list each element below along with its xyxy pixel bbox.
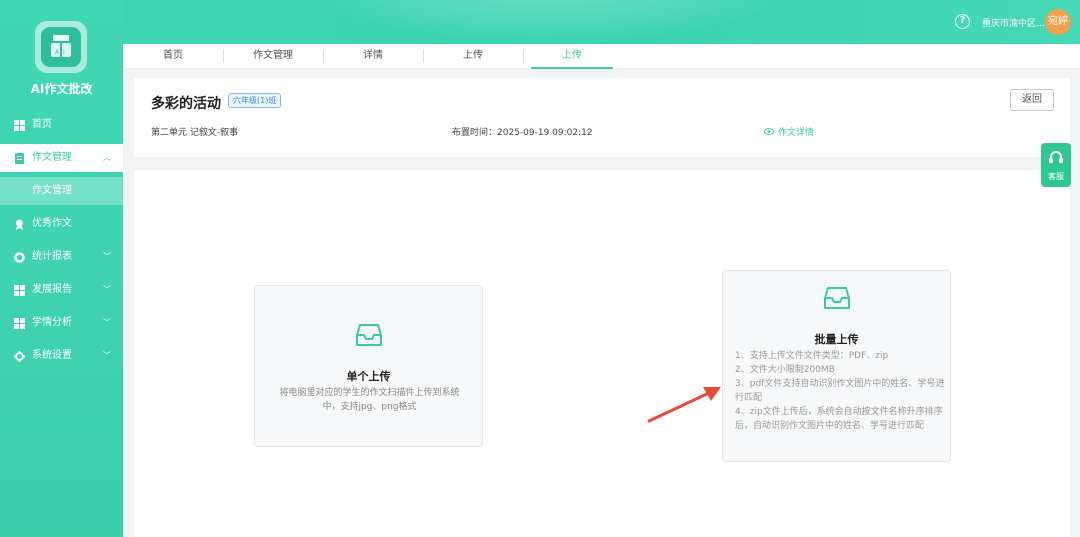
assign-time: 布置时间：2025-09-19 09:02:12 — [452, 125, 593, 138]
annotation-arrow-icon — [647, 387, 721, 423]
tab-home[interactable]: 首页 — [123, 44, 223, 69]
grid-icon — [14, 318, 25, 329]
unit-label: 第二单元 记叙文-叙事 — [151, 128, 239, 138]
sidebar-item-learning-analysis[interactable]: 学情分析 ﹀ — [0, 309, 123, 337]
assign-time-label: 布置时间： — [452, 128, 498, 138]
book-logo-icon: A I — [41, 27, 81, 67]
chevron-down-icon: ﹀ — [103, 285, 111, 294]
chevron-down-icon: ﹀ — [103, 318, 111, 327]
app-name: AI作文批改 — [30, 82, 93, 96]
batch-upload-title: 批量上传 — [814, 333, 859, 346]
eye-icon — [764, 128, 774, 135]
chevron-down-icon: ﹀ — [103, 351, 111, 360]
sidebar-item-statistics[interactable]: 统计报表 ﹀ — [0, 243, 123, 271]
essay-detail-link[interactable]: 作文详情 — [764, 125, 814, 138]
header-decoration — [300, 0, 800, 44]
sidebar-item-label: 学情分析 — [32, 317, 72, 328]
sidebar: A I AI作文批改 首页 作文管理 ︿ 作文管理 优秀作文 统计报表 ﹀ 发展… — [0, 0, 123, 537]
avatar[interactable]: 宛婷 — [1045, 9, 1071, 35]
sidebar-subitem-essay-management[interactable]: 作文管理 — [0, 177, 123, 205]
sidebar-item-label: 作文管理 — [32, 152, 72, 163]
tab-essay-management[interactable]: 作文管理 — [223, 44, 323, 69]
breadcrumb-tabs: 首页 作文管理 详情 上传 上传 — [123, 44, 1080, 69]
sidebar-item-development-report[interactable]: 发展报告 ﹀ — [0, 276, 123, 304]
sidebar-item-label: 系统设置 — [32, 350, 72, 361]
question-circle-icon[interactable]: ? — [955, 14, 970, 29]
gear-icon — [14, 351, 25, 362]
page-title: 多彩的活动 — [151, 96, 221, 112]
document-icon — [15, 153, 24, 164]
class-badge: 六年级(1)班 — [228, 93, 282, 108]
single-upload-title: 单个上传 — [346, 370, 391, 383]
single-upload-card[interactable]: 单个上传 将电脑里对应的学生的作文扫描件上传到系统中，支持jpg、png格式 — [254, 285, 483, 447]
batch-upload-line: 2、文件大小限制200MB — [735, 365, 835, 375]
sidebar-item-home[interactable]: 首页 — [0, 111, 123, 139]
sidebar-item-label: 优秀作文 — [32, 218, 72, 229]
sidebar-item-label: 统计报表 — [32, 251, 72, 262]
sidebar-item-label: 作文管理 — [32, 185, 72, 196]
customer-service-label: 客服 — [1048, 172, 1064, 181]
sidebar-item-label: 首页 — [32, 119, 52, 130]
back-button[interactable]: 返回 — [1010, 89, 1054, 111]
essay-info-card: 多彩的活动 六年级(1)班 返回 第二单元 记叙文-叙事 布置时间：2025-0… — [134, 78, 1070, 157]
batch-upload-line: 4、zip文件上传后，系统会自动按文件名称升序排序后，自动识别作文图片中的姓名、… — [735, 407, 943, 431]
tab-divider — [523, 50, 524, 63]
assign-time-value: 2025-09-19 09:02:12 — [497, 128, 593, 138]
grid-icon — [14, 285, 25, 296]
award-icon — [16, 219, 23, 230]
batch-upload-card[interactable]: 批量上传 1、支持上传文件文件类型：PDF、zip 2、文件大小限制200MB … — [722, 270, 951, 462]
single-upload-desc: 将电脑里对应的学生的作文扫描件上传到系统中，支持jpg、png格式 — [279, 388, 460, 412]
batch-upload-line: 3、pdf文件支持自动识别作文图片中的姓名、学号进行匹配 — [735, 379, 945, 403]
tab-upload[interactable]: 上传 — [423, 44, 523, 69]
sidebar-item-system-settings[interactable]: 系统设置 ﹀ — [0, 342, 123, 370]
essay-detail-label: 作文详情 — [778, 128, 815, 138]
sidebar-item-essay-management[interactable]: 作文管理 ︿ — [0, 144, 123, 172]
batch-upload-desc: 1、支持上传文件文件类型：PDF、zip 2、文件大小限制200MB 3、pdf… — [735, 349, 945, 433]
tab-details[interactable]: 详情 — [323, 44, 423, 69]
tab-upload-active[interactable]: 上传 — [531, 44, 613, 69]
chevron-up-icon: ︿ — [103, 153, 111, 162]
top-header: ? 重庆市渝中区... 宛婷 — [0, 0, 1080, 44]
ring-icon — [14, 252, 25, 263]
inbox-icon — [356, 324, 382, 346]
customer-service-button[interactable]: 客服 — [1041, 143, 1071, 187]
sidebar-item-excellent-essays[interactable]: 优秀作文 — [0, 210, 123, 238]
sidebar-item-label: 发展报告 — [32, 284, 72, 295]
batch-upload-line: 1、支持上传文件文件类型：PDF、zip — [735, 351, 889, 361]
svg-text:I: I — [63, 49, 65, 56]
grid-icon — [14, 120, 25, 131]
headset-icon — [1049, 151, 1063, 163]
app-logo: A I — [35, 21, 87, 73]
chevron-down-icon: ﹀ — [103, 252, 111, 261]
school-name[interactable]: 重庆市渝中区... — [982, 16, 1045, 29]
inbox-icon — [824, 287, 850, 309]
